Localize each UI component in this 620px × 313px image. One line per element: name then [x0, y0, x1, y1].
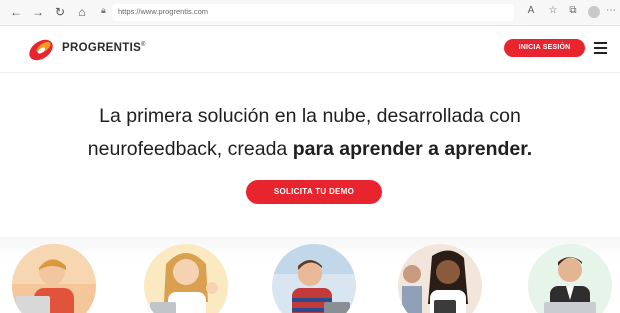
lock-icon[interactable]: 🔒︎ [101, 5, 106, 16]
url-text: https://www.progrentis.com [118, 7, 209, 16]
headline-line-2: neurofeedback, creada para aprender a ap… [0, 133, 620, 166]
profile-icon[interactable] [588, 6, 600, 18]
brand-text: PROGRENTIS [62, 42, 142, 54]
hamburger-menu-icon[interactable] [594, 42, 607, 54]
progrentis-logo-icon[interactable] [26, 35, 56, 65]
back-arrow-icon[interactable]: ← [8, 4, 24, 20]
request-demo-button[interactable]: SOLICITA TU DEMO [246, 180, 382, 204]
collections-icon[interactable]: ⧉ [566, 4, 580, 18]
more-icon[interactable]: ⋯ [604, 4, 618, 18]
site-header: PROGRENTIS® INICIA SESIÓN [0, 27, 620, 73]
read-aloud-icon[interactable]: A [524, 4, 538, 18]
reload-icon[interactable]: ↻ [52, 4, 68, 20]
address-bar[interactable]: https://www.progrentis.com [112, 4, 514, 21]
home-icon[interactable]: ⌂ [74, 4, 90, 20]
favorites-icon[interactable]: ☆ [546, 4, 560, 18]
headline-normal-text: neurofeedback, creada [87, 138, 288, 160]
hero-headline: La primera solución en la nube, desarrol… [0, 100, 620, 166]
forward-arrow-icon[interactable]: → [30, 4, 46, 20]
brand-name[interactable]: PROGRENTIS® [62, 42, 146, 54]
browser-toolbar: ← → ↻ ⌂ 🔒︎ https://www.progrentis.com A … [0, 0, 620, 26]
headline-bold-text: para aprender a aprender. [292, 138, 533, 160]
headline-line-1: La primera solución en la nube, desarrol… [99, 105, 521, 127]
login-button[interactable]: INICIA SESIÓN [504, 39, 585, 57]
registered-mark: ® [141, 42, 146, 49]
